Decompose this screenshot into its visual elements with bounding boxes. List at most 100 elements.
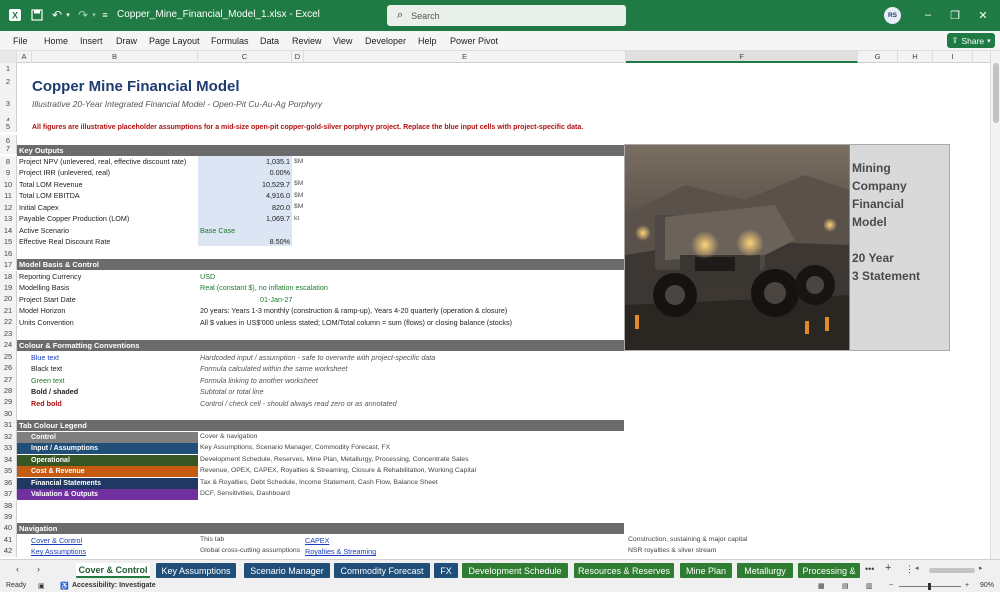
row-header[interactable]: 2 bbox=[0, 71, 17, 93]
menu-view[interactable]: View bbox=[333, 36, 352, 46]
row-header[interactable]: 5 bbox=[0, 121, 17, 133]
row-header[interactable]: 21 bbox=[0, 304, 17, 317]
tab-scroll-left-icon[interactable]: ‹ bbox=[16, 564, 19, 574]
column-header[interactable]: G bbox=[858, 51, 898, 63]
output-label[interactable]: Active Scenario bbox=[19, 226, 69, 235]
row-header[interactable]: 13 bbox=[0, 213, 17, 225]
sheet-tab[interactable]: Scenario Manager bbox=[244, 563, 330, 578]
output-label[interactable]: Effective Real Discount Rate bbox=[19, 237, 110, 246]
basis-value[interactable]: All $ values in US$'000 unless stated; L… bbox=[200, 318, 512, 327]
select-all-corner[interactable] bbox=[0, 51, 17, 63]
page-layout-view-icon[interactable]: ▤ bbox=[842, 582, 849, 590]
menu-power-pivot[interactable]: Power Pivot bbox=[450, 36, 498, 46]
search-input[interactable]: ⌕ Search bbox=[387, 5, 626, 26]
sheet-tab[interactable]: Key Assumptions bbox=[156, 563, 236, 578]
menu-formulas[interactable]: Formulas bbox=[211, 36, 249, 46]
basis-value[interactable]: Real (constant $), no inflation escalati… bbox=[200, 283, 328, 292]
zoom-in-icon[interactable]: + bbox=[965, 582, 969, 589]
restore-icon[interactable]: ❐ bbox=[947, 7, 963, 23]
row-header[interactable]: 3 bbox=[0, 93, 17, 115]
row-header[interactable]: 7 bbox=[0, 143, 17, 155]
sheet-tab[interactable]: Development Schedule bbox=[462, 563, 568, 578]
row-header[interactable]: 41 bbox=[0, 533, 17, 546]
sheet-tab[interactable]: Cover & Control bbox=[76, 563, 150, 578]
sheet-tab[interactable]: Processing & bbox=[798, 563, 860, 578]
macro-record-icon[interactable]: ▣ bbox=[38, 582, 45, 590]
row-header[interactable]: 17 bbox=[0, 259, 17, 271]
basis-label[interactable]: Project Start Date bbox=[19, 295, 76, 304]
mining-truck-picture[interactable]: Mining Company Financial Model 20 Year 3… bbox=[624, 144, 950, 351]
row-header[interactable]: 28 bbox=[0, 385, 17, 397]
undo-icon[interactable]: ↶ bbox=[50, 7, 64, 23]
sheet-tab[interactable]: Commodity Forecast bbox=[334, 563, 430, 578]
vertical-scrollbar[interactable] bbox=[990, 51, 1000, 559]
zoom-slider-thumb[interactable] bbox=[928, 583, 931, 590]
column-header[interactable]: H bbox=[898, 51, 933, 63]
row-header[interactable]: 20 bbox=[0, 293, 17, 305]
row-header[interactable]: 30 bbox=[0, 407, 17, 420]
accessibility-status[interactable]: Accessibility: Investigate bbox=[72, 582, 156, 589]
menu-draw[interactable]: Draw bbox=[116, 36, 137, 46]
output-label[interactable]: Initial Capex bbox=[19, 203, 59, 212]
zoom-level[interactable]: 90% bbox=[980, 582, 994, 589]
output-label[interactable]: Total LOM Revenue bbox=[19, 180, 83, 189]
scrollbar-thumb[interactable] bbox=[993, 63, 999, 123]
row-header[interactable]: 33 bbox=[0, 442, 17, 454]
row-header[interactable]: 31 bbox=[0, 419, 17, 431]
row-header[interactable]: 16 bbox=[0, 247, 17, 260]
add-sheet-icon[interactable]: + bbox=[885, 562, 891, 574]
horizontal-scrollbar[interactable]: ◂ ▸ bbox=[915, 564, 983, 576]
output-value[interactable]: 8.50% bbox=[200, 237, 290, 246]
basis-value[interactable]: USD bbox=[200, 272, 215, 281]
nav-link[interactable]: Cover & Control bbox=[31, 536, 82, 545]
row-header[interactable]: 42 bbox=[0, 545, 17, 557]
row-header[interactable]: 26 bbox=[0, 362, 17, 374]
more-tabs-icon[interactable]: ••• bbox=[865, 564, 874, 574]
basis-value[interactable]: 20 years: Years 1-3 monthly (constructio… bbox=[200, 306, 507, 315]
output-value[interactable]: 1,069.7 bbox=[200, 214, 290, 223]
output-label[interactable]: Project IRR (unlevered, real) bbox=[19, 168, 110, 177]
output-label[interactable]: Project NPV (unlevered, real, effective … bbox=[19, 157, 186, 166]
output-label[interactable]: Total LOM EBITDA bbox=[19, 191, 80, 200]
row-header[interactable]: 24 bbox=[0, 339, 17, 351]
undo-dropdown-icon[interactable]: ▾ bbox=[64, 7, 72, 23]
minimize-icon[interactable]: – bbox=[920, 7, 936, 23]
row-header[interactable]: 23 bbox=[0, 327, 17, 340]
row-header[interactable]: 34 bbox=[0, 453, 17, 466]
row-header[interactable]: 40 bbox=[0, 522, 17, 534]
menu-review[interactable]: Review bbox=[292, 36, 322, 46]
column-header[interactable]: D bbox=[292, 51, 304, 63]
row-header[interactable]: 35 bbox=[0, 465, 17, 477]
zoom-out-icon[interactable]: − bbox=[889, 582, 893, 589]
sheet-options-icon[interactable]: ⋮ bbox=[905, 564, 914, 575]
nav-link[interactable]: CAPEX bbox=[305, 536, 329, 545]
close-icon[interactable]: ✕ bbox=[975, 7, 991, 23]
menu-insert[interactable]: Insert bbox=[80, 36, 103, 46]
column-header[interactable]: A bbox=[17, 51, 32, 63]
basis-label[interactable]: Model Horizon bbox=[19, 306, 65, 315]
row-header[interactable]: 29 bbox=[0, 396, 17, 408]
row-header[interactable]: 10 bbox=[0, 178, 17, 191]
row-header[interactable]: 27 bbox=[0, 373, 17, 385]
nav-link[interactable]: Royalties & Streaming bbox=[305, 547, 376, 556]
output-value[interactable]: 1,035.1 bbox=[200, 157, 290, 166]
page-break-view-icon[interactable]: ▥ bbox=[866, 582, 873, 590]
basis-label[interactable]: Modelling Basis bbox=[19, 283, 69, 292]
nav-link[interactable]: Key Assumptions bbox=[31, 547, 86, 556]
row-header[interactable]: 11 bbox=[0, 190, 17, 202]
hscroll-left-icon[interactable]: ◂ bbox=[915, 564, 919, 572]
row-header[interactable]: 36 bbox=[0, 476, 17, 489]
row-header[interactable]: 14 bbox=[0, 224, 17, 237]
sheet-tab[interactable]: FX bbox=[434, 563, 458, 578]
row-header[interactable]: 18 bbox=[0, 270, 17, 282]
column-header[interactable]: E bbox=[304, 51, 626, 63]
menu-page-layout[interactable]: Page Layout bbox=[149, 36, 200, 46]
redo-icon[interactable]: ↷ bbox=[76, 7, 90, 23]
output-label[interactable]: Payable Copper Production (LOM) bbox=[19, 214, 129, 223]
share-button[interactable]: ⇪ Share ▾ bbox=[947, 33, 995, 48]
save-icon[interactable] bbox=[30, 7, 44, 23]
menu-file[interactable]: File bbox=[13, 36, 28, 46]
row-header[interactable]: 22 bbox=[0, 316, 17, 328]
avatar[interactable]: RS bbox=[884, 7, 901, 24]
customize-toolbar-icon[interactable]: ≡ bbox=[100, 7, 110, 23]
